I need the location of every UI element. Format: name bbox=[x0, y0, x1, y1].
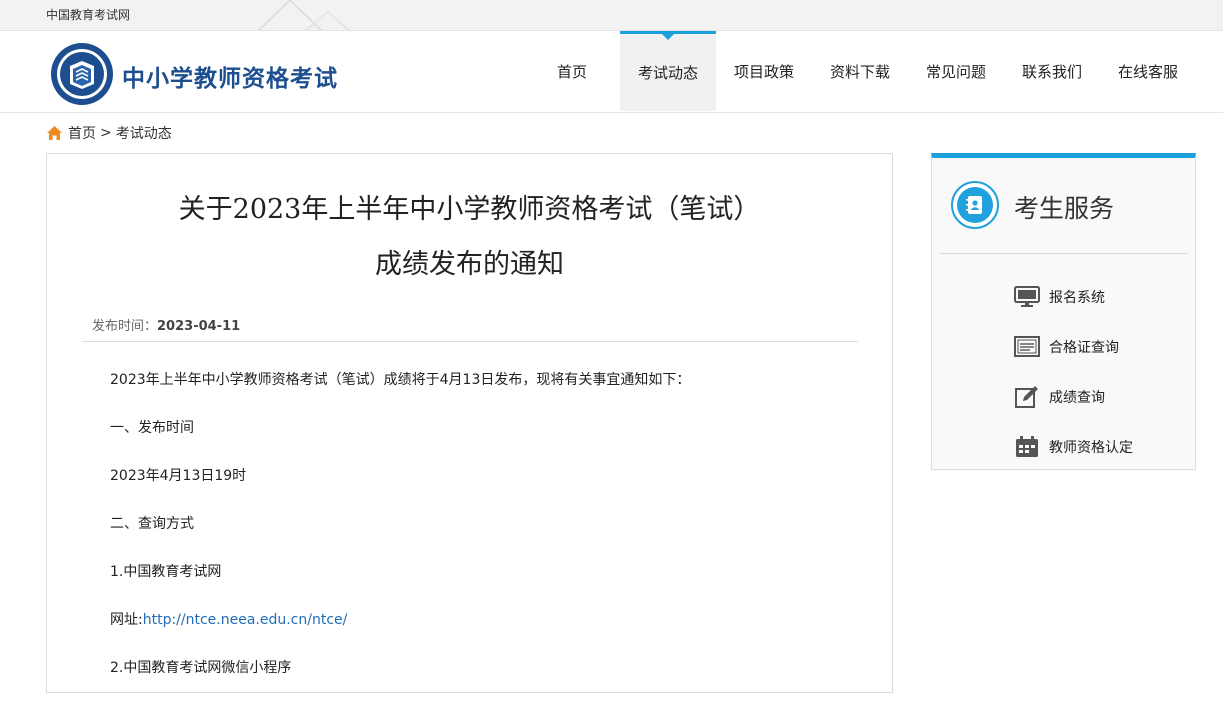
monitor-icon bbox=[1014, 285, 1040, 309]
calendar-icon bbox=[1014, 435, 1040, 459]
service-registration[interactable]: 报名系统 bbox=[1014, 272, 1133, 322]
url-paragraph: 网址:http://ntce.neea.edu.cn/ntce/ bbox=[110, 608, 850, 656]
nav-home[interactable]: 首页 bbox=[524, 31, 620, 111]
services-divider bbox=[939, 253, 1188, 254]
paragraph: 2023年上半年中小学教师资格考试（笔试）成绩将于4月13日发布，现将有关事宜通… bbox=[110, 372, 691, 388]
service-certificate-query[interactable]: 合格证查询 bbox=[1014, 322, 1133, 372]
service-teacher-certification[interactable]: 教师资格认定 bbox=[1014, 422, 1133, 472]
article-title-line1: 关于2023年上半年中小学教师资格考试（笔试） bbox=[178, 194, 761, 225]
top-strip: 中国教育考试网 bbox=[0, 0, 1223, 31]
breadcrumb-separator: > bbox=[100, 125, 112, 141]
paragraph: 一、发布时间 bbox=[110, 420, 194, 436]
article-content: 2023年上半年中小学教师资格考试（笔试）成绩将于4月13日发布，现将有关事宜通… bbox=[110, 368, 850, 704]
logo-text[interactable]: 中小学教师资格考试 bbox=[122, 59, 338, 93]
nav-contact[interactable]: 联系我们 bbox=[1004, 31, 1100, 111]
breadcrumb-current[interactable]: 考试动态 bbox=[116, 123, 172, 143]
article-divider bbox=[82, 341, 858, 342]
services-header: 考生服务 bbox=[932, 158, 1195, 254]
nav-online-service[interactable]: 在线客服 bbox=[1100, 31, 1196, 111]
article-title-line2: 成绩发布的通知 bbox=[375, 249, 564, 280]
edit-icon bbox=[1014, 385, 1040, 409]
service-label: 教师资格认定 bbox=[1049, 440, 1133, 456]
paragraph: 2023年4月13日19时 bbox=[110, 468, 247, 484]
main-nav: 首页 考试动态 项目政策 资料下载 常见问题 联系我们 在线客服 bbox=[524, 31, 1196, 111]
article-title: 关于2023年上半年中小学教师资格考试（笔试） 成绩发布的通知 bbox=[47, 182, 892, 292]
exam-logo-icon[interactable] bbox=[50, 42, 114, 106]
site-header: 中小学教师资格考试 首页 考试动态 项目政策 资料下载 常见问题 联系我们 在线… bbox=[0, 31, 1223, 113]
certificate-icon bbox=[1014, 335, 1040, 359]
service-label: 合格证查询 bbox=[1049, 340, 1119, 356]
url-label: 网址: bbox=[110, 612, 143, 628]
decorative-graphic bbox=[257, 0, 351, 31]
site-name[interactable]: 中国教育考试网 bbox=[46, 6, 130, 23]
ntce-link[interactable]: http://ntce.neea.edu.cn/ntce/ bbox=[143, 612, 348, 628]
breadcrumb: 首页 > 考试动态 bbox=[46, 123, 172, 143]
article-panel: 关于2023年上半年中小学教师资格考试（笔试） 成绩发布的通知 发布时间：202… bbox=[46, 153, 893, 693]
service-score-query[interactable]: 成绩查询 bbox=[1014, 372, 1133, 422]
publish-time-value: 2023-04-11 bbox=[157, 319, 241, 334]
breadcrumb-home[interactable]: 首页 bbox=[68, 123, 96, 143]
service-label: 成绩查询 bbox=[1049, 390, 1105, 406]
paragraph: 1.中国教育考试网 bbox=[110, 564, 222, 580]
publish-time: 发布时间：2023-04-11 bbox=[92, 315, 240, 334]
nav-faq[interactable]: 常见问题 bbox=[908, 31, 1004, 111]
address-book-icon bbox=[951, 181, 999, 229]
nav-policy[interactable]: 项目政策 bbox=[716, 31, 812, 111]
candidate-services-panel: 考生服务 报名系统 合格证查询 成绩查询 教师资格认定 bbox=[931, 153, 1196, 470]
service-label: 报名系统 bbox=[1049, 290, 1105, 306]
home-icon bbox=[47, 126, 62, 140]
publish-time-label: 发布时间： bbox=[92, 319, 158, 334]
services-list: 报名系统 合格证查询 成绩查询 教师资格认定 bbox=[1014, 272, 1133, 472]
services-title: 考生服务 bbox=[1014, 194, 1115, 223]
nav-exam-news[interactable]: 考试动态 bbox=[620, 31, 716, 111]
paragraph: 2.中国教育考试网微信小程序 bbox=[110, 660, 292, 676]
paragraph: 二、查询方式 bbox=[110, 516, 194, 532]
nav-downloads[interactable]: 资料下载 bbox=[812, 31, 908, 111]
